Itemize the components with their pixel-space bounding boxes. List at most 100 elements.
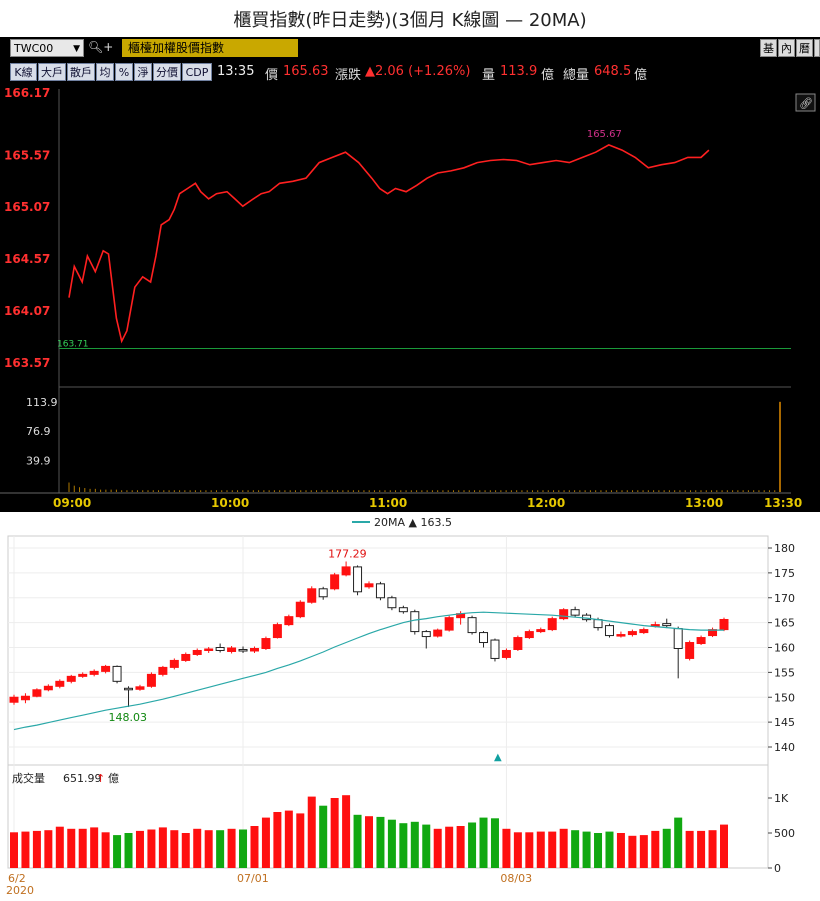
candle-body [249, 647, 259, 652]
time-tick-label: 13:00 [685, 496, 723, 510]
price-tick-label: 180 [774, 542, 795, 555]
candle-body [318, 588, 328, 598]
volume-bar [536, 831, 545, 868]
candle-body [536, 629, 546, 633]
price-tick-label: 145 [774, 716, 795, 729]
candle-body [89, 670, 99, 675]
volume-bar [662, 828, 671, 868]
volume-tick-label: 0 [774, 862, 781, 875]
low-annotation: 148.03 [109, 711, 148, 724]
candle-body [673, 628, 683, 649]
retail-button[interactable]: 散戶 [67, 63, 95, 81]
candle-body [192, 649, 202, 655]
price-tick-label: 165.57 [4, 148, 50, 162]
volume-bar [227, 828, 236, 868]
candle-body [685, 642, 695, 659]
volume-bar [616, 833, 625, 868]
candle [261, 636, 271, 650]
inner-button[interactable]: 內 [778, 39, 795, 57]
link-icon[interactable]: 🔗︎ [795, 93, 816, 112]
volume-tick-label: 500 [774, 827, 795, 840]
volume-bar [697, 830, 706, 868]
fundamental-button[interactable]: 基 [760, 39, 777, 57]
candle [55, 679, 65, 689]
percent-button[interactable]: % [115, 63, 133, 81]
quote-time: 13:35 [217, 64, 255, 79]
candle-body [662, 623, 672, 627]
price-tick-label: 140 [774, 741, 795, 754]
candle-body [479, 632, 489, 644]
candle [627, 629, 637, 637]
volume-bar [502, 828, 511, 868]
volume-tick-label: 39.9 [26, 454, 51, 467]
page-title: 櫃買指數(昨日走勢)(3個月 K線圖 — 20MA) [233, 10, 587, 31]
candle [604, 623, 614, 638]
candle [490, 638, 500, 662]
price-distribution-button[interactable]: 分價 [153, 63, 181, 81]
candle-body [227, 647, 237, 652]
volume-bar [605, 831, 614, 868]
candle [192, 648, 202, 656]
cdp-button[interactable]: CDP [182, 63, 212, 81]
volume-bar [261, 817, 270, 868]
kline-button[interactable]: K線 [10, 63, 37, 81]
up-arrow-icon: ↑ [96, 772, 105, 785]
price-value: 165.63 [283, 64, 329, 79]
symbol-select[interactable]: TWC00 ▼ [10, 39, 84, 57]
volume-bar [284, 810, 293, 868]
candle [307, 586, 317, 604]
volume-bar [456, 826, 465, 868]
candle-body [353, 566, 363, 593]
volume-unit: 億 [108, 772, 119, 785]
candle [284, 614, 294, 627]
candle [375, 581, 385, 601]
candle-body [9, 696, 19, 703]
price-tick-label: 170 [774, 592, 795, 605]
time-tick-label: 11:00 [369, 496, 407, 510]
intraday-price-line [68, 144, 710, 344]
candle-body [78, 673, 88, 677]
calendar-button[interactable]: 曆 [796, 39, 813, 57]
candle-body [307, 588, 317, 603]
candle [181, 652, 191, 662]
candle-body [295, 601, 305, 618]
candle [32, 688, 42, 698]
candle [135, 684, 145, 691]
average-button[interactable]: 均 [96, 63, 114, 81]
volume-bar [170, 830, 179, 868]
price-tick-label: 164.07 [4, 304, 50, 318]
zoom-search-icon[interactable]: 🔍︎+ [88, 40, 113, 54]
volume-bar [594, 833, 603, 868]
time-tick-label: 09:00 [53, 496, 91, 510]
time-tick-label: 12:00 [527, 496, 565, 510]
volume-bar [674, 817, 683, 868]
volume-bar [445, 826, 454, 868]
candle [20, 693, 30, 704]
volume-bar [365, 816, 373, 868]
candle [124, 686, 134, 708]
candle-body [375, 583, 385, 599]
candle [685, 640, 695, 661]
extra-button[interactable] [814, 39, 820, 57]
volume-bar [342, 795, 351, 868]
candle-body [135, 686, 145, 690]
candle [272, 622, 282, 639]
volume-legend: 成交量 651.99 ↑ 億 [12, 771, 119, 785]
price-label: 價 [265, 68, 279, 83]
candle [112, 665, 122, 684]
volume-bar [433, 828, 442, 868]
net-button[interactable]: 淨 [134, 63, 152, 81]
candle-body [604, 625, 614, 637]
candle [421, 630, 431, 649]
volume-bar [158, 827, 167, 868]
volume-tick-label: 113.9 [26, 396, 58, 409]
volume-tick-label: 76.9 [26, 425, 51, 438]
large-holder-button[interactable]: 大戶 [38, 63, 66, 81]
candle [215, 643, 225, 653]
candle [662, 618, 672, 629]
volume-label: 量 [482, 68, 496, 83]
volume-bar [216, 830, 225, 868]
volume-bar [113, 835, 122, 868]
time-tick-label: 13:30 [764, 496, 802, 510]
candle-body [215, 647, 225, 651]
